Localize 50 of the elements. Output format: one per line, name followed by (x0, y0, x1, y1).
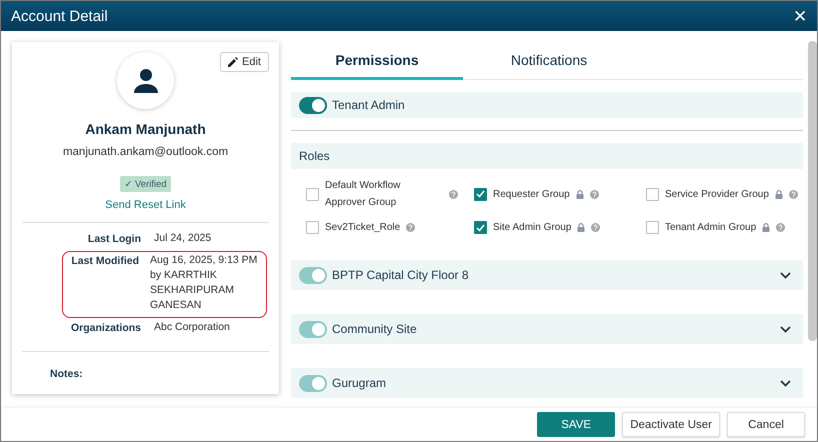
detail-label: Last Login (86, 232, 141, 246)
action-button[interactable]: SAVE (537, 412, 616, 437)
user-name: Ankam Manjunath (85, 121, 206, 137)
role-label: Service Provider Group (665, 188, 769, 202)
help-icon[interactable] (590, 190, 599, 198)
action-button[interactable]: Deactivate User (622, 412, 720, 437)
role-label: Default Workflow Approver Group (325, 179, 402, 210)
tab[interactable]: Notifications (463, 42, 635, 80)
close-button[interactable]: ✕ (793, 6, 807, 26)
notes-label: Notes: (50, 368, 83, 380)
person-icon (132, 66, 160, 94)
verified-badge: ✓ Verified (120, 176, 171, 192)
detail-label: Organizations (70, 321, 141, 335)
toggle-label: Tenant Admin (332, 98, 405, 112)
role-label: Tenant Admin Group (665, 221, 756, 235)
checkbox[interactable] (306, 221, 319, 234)
checkbox[interactable] (646, 221, 659, 234)
checkbox[interactable] (646, 188, 659, 200)
checkbox[interactable] (474, 221, 487, 234)
checkbox[interactable] (306, 188, 319, 200)
scrollbar[interactable] (808, 41, 817, 341)
window-title: Account Detail (11, 8, 108, 24)
checkbox[interactable] (474, 188, 487, 200)
role-label: Site Admin Group (493, 221, 572, 235)
site-name: Gurugram (332, 376, 386, 390)
tab[interactable]: Permissions (291, 42, 463, 80)
site-name: BPTP Capital City Floor 8 (332, 268, 468, 282)
toggle-switch[interactable] (299, 96, 327, 114)
detail-value: Aug 16, 2025, 9:13 PM by KARRTHIK SEKHARIPURAM GANESAN (150, 253, 258, 313)
role-label: Sev2Ticket_Role (325, 221, 400, 235)
role-label: Requester Group (493, 188, 570, 202)
lock-icon (577, 223, 586, 232)
detail-value: Abc Corporation (154, 320, 231, 335)
reset-link[interactable]: Send Reset Link (105, 199, 186, 211)
help-icon[interactable] (591, 223, 600, 232)
lock-icon (576, 190, 584, 198)
action-button[interactable]: Cancel (727, 412, 805, 437)
edit-button[interactable]: Edit (220, 52, 269, 72)
help-icon[interactable] (776, 223, 786, 232)
help-icon[interactable] (788, 190, 798, 198)
lock-icon (774, 190, 783, 198)
pencil-icon (228, 57, 238, 67)
help-icon[interactable] (449, 190, 458, 198)
section-title: Roles (299, 149, 330, 163)
detail-label: Last Modified (70, 254, 139, 269)
site-name: Community Site (332, 322, 417, 336)
help-icon[interactable] (406, 223, 416, 232)
detail-value: Jul 24, 2025 (154, 231, 212, 246)
lock-icon (762, 223, 770, 232)
user-email: manjunath.ankam@outlook.com (62, 146, 228, 158)
